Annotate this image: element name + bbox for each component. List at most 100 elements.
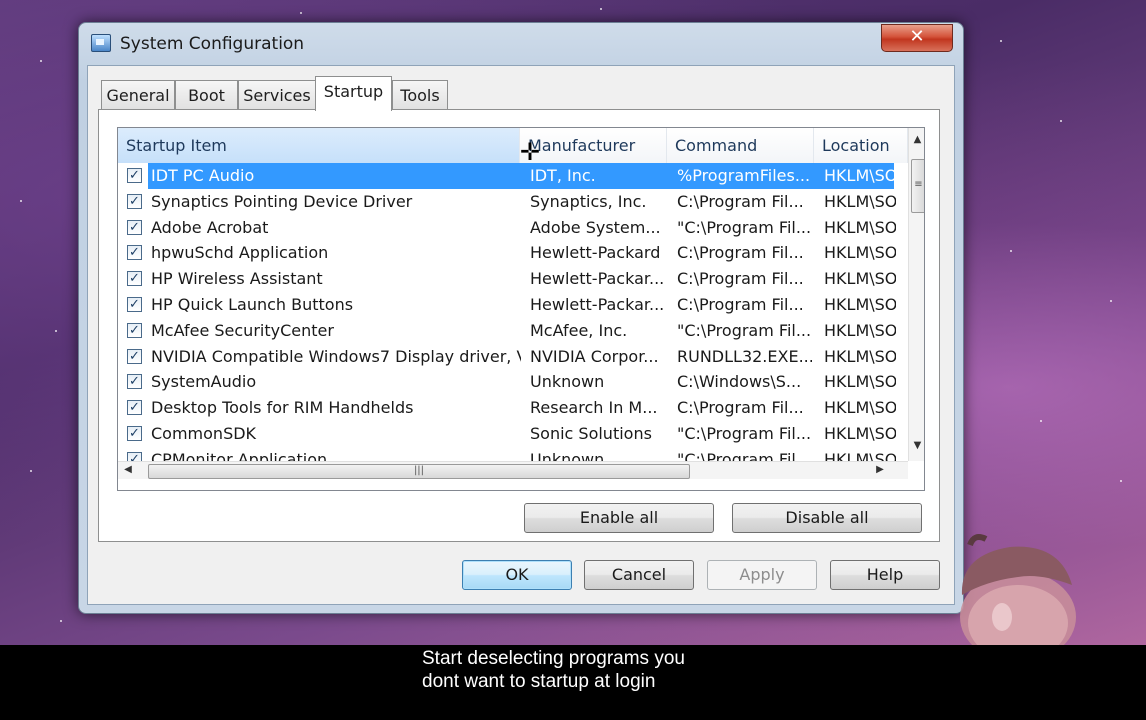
- location-cell: HKLM\SOF: [824, 372, 896, 392]
- scroll-right-arrow-icon[interactable]: ▶: [874, 464, 886, 475]
- checkbox-checked-icon: ✓: [129, 193, 140, 209]
- command-cell: C:\Program Fil...: [677, 295, 804, 314]
- star: [300, 12, 302, 14]
- location-cell: HKLM\SOF: [824, 346, 896, 366]
- table-row[interactable]: ✓ Adobe Acrobat Adobe System... "C:\Program…: [118, 215, 908, 241]
- tab-startup[interactable]: Startup: [315, 76, 392, 111]
- column-header-manufacturer[interactable]: Manufacturer: [520, 128, 667, 163]
- apply-button[interactable]: Apply: [707, 560, 817, 590]
- cancel-button[interactable]: Cancel: [584, 560, 694, 590]
- enable-all-button[interactable]: Enable all: [524, 503, 714, 533]
- startup-item-name: NVIDIA Compatible Windows7 Display drive…: [151, 346, 521, 366]
- window-title: System Configuration: [120, 34, 305, 54]
- row-checkbox[interactable]: ✓: [127, 400, 142, 416]
- manufacturer-cell: McAfee, Inc.: [530, 320, 628, 340]
- star: [1010, 250, 1012, 252]
- location-cell: HKLM\SOF: [824, 398, 896, 418]
- command-cell: C:\Program Fil...: [677, 191, 804, 211]
- video-subtitle: Start deselecting programs you dont want…: [422, 647, 922, 693]
- checkbox-checked-icon: ✓: [129, 219, 140, 235]
- table-row[interactable]: ✓ hpwuSchd Application Hewlett-Packard C:\P…: [118, 240, 908, 266]
- command-cell: "C:\Program Fil...: [677, 320, 812, 340]
- manufacturer-cell: Sonic Solutions: [530, 424, 652, 443]
- row-checkbox[interactable]: ✓: [127, 193, 142, 209]
- command-cell: C:\Program Fil...: [677, 398, 804, 418]
- checkbox-checked-icon: ✓: [129, 374, 140, 390]
- checkbox-checked-icon: ✓: [129, 426, 140, 441]
- row-checkbox[interactable]: ✓: [127, 322, 142, 338]
- ok-button[interactable]: OK: [462, 560, 572, 590]
- column-header-location[interactable]: Location: [814, 128, 908, 163]
- location-cell: HKLM\SOF: [824, 191, 896, 211]
- title-bar[interactable]: System Configuration ✕: [79, 23, 963, 65]
- command-cell: "C:\Program Fil...: [677, 449, 812, 461]
- startup-item-name: HP Quick Launch Buttons: [151, 295, 354, 314]
- star: [55, 330, 57, 332]
- row-checkbox[interactable]: ✓: [127, 426, 142, 441]
- scroll-down-arrow-icon[interactable]: ▼: [909, 440, 924, 451]
- manufacturer-cell: Synaptics, Inc.: [530, 191, 647, 211]
- horizontal-scroll-thumb[interactable]: |||: [148, 464, 690, 479]
- startup-item-name: IDT PC Audio: [151, 166, 255, 185]
- table-row[interactable]: ✓ CommonSDK Sonic Solutions "C:\Program Fil…: [118, 421, 908, 447]
- row-checkbox[interactable]: ✓: [127, 374, 142, 390]
- command-cell: C:\Program Fil...: [677, 243, 804, 263]
- row-checkbox[interactable]: ✓: [127, 245, 142, 261]
- scroll-up-arrow-icon[interactable]: ▲: [909, 134, 924, 145]
- star: [60, 620, 62, 622]
- disable-all-button[interactable]: Disable all: [732, 503, 922, 533]
- startup-items-list[interactable]: Startup Item Manufacturer Command Locati…: [117, 127, 925, 491]
- row-checkbox[interactable]: ✓: [127, 451, 142, 461]
- row-checkbox[interactable]: ✓: [127, 219, 142, 235]
- star: [30, 470, 32, 472]
- table-row[interactable]: ✓ Synaptics Pointing Device Driver Synapti…: [118, 189, 908, 215]
- scroll-left-arrow-icon[interactable]: ◀: [122, 464, 134, 475]
- table-row[interactable]: ✓ CPMonitor Application Unknown "C:\Program…: [118, 447, 908, 461]
- help-button[interactable]: Help: [830, 560, 940, 590]
- star: [40, 60, 42, 62]
- location-cell: HKLM\SOF: [824, 424, 896, 443]
- star: [1120, 480, 1122, 482]
- subtitle-line-2: dont want to startup at login: [422, 671, 656, 692]
- startup-item-name: CommonSDK: [151, 424, 257, 443]
- tab-general[interactable]: General: [101, 80, 175, 109]
- star: [1110, 300, 1112, 302]
- tab-tools[interactable]: Tools: [392, 80, 448, 109]
- row-checkbox[interactable]: ✓: [127, 271, 142, 287]
- command-cell: "C:\Program Fil...: [677, 217, 812, 237]
- row-checkbox[interactable]: ✓: [127, 168, 142, 183]
- tab-services[interactable]: Services: [238, 80, 316, 109]
- table-row[interactable]: ✓ HP Wireless Assistant Hewlett-Packar... C…: [118, 266, 908, 292]
- startup-item-name: McAfee SecurityCenter: [151, 320, 334, 340]
- checkbox-checked-icon: ✓: [129, 297, 140, 312]
- close-icon: ✕: [909, 26, 925, 47]
- row-checkbox[interactable]: ✓: [127, 348, 142, 364]
- location-cell: HKLM\SOF: [824, 243, 896, 263]
- table-row[interactable]: ✓ IDT PC Audio IDT, Inc. %ProgramFiles... HK…: [118, 163, 908, 189]
- row-checkbox[interactable]: ✓: [127, 297, 142, 312]
- checkbox-checked-icon: ✓: [129, 400, 140, 416]
- vertical-scroll-thumb[interactable]: ≡: [911, 159, 924, 213]
- table-row[interactable]: ✓ HP Quick Launch Buttons Hewlett-Packar..…: [118, 292, 908, 318]
- horizontal-scrollbar[interactable]: ◀ ||| ▶: [118, 461, 908, 479]
- star: [1000, 40, 1002, 42]
- list-header: Startup Item Manufacturer Command Locati…: [118, 128, 908, 163]
- system-configuration-window: System Configuration ✕ General Boot Serv…: [78, 22, 964, 614]
- startup-item-name: Adobe Acrobat: [151, 217, 269, 237]
- column-header-command[interactable]: Command: [667, 128, 814, 163]
- startup-item-name: CPMonitor Application: [151, 449, 328, 461]
- table-row[interactable]: ✓ Desktop Tools for RIM Handhelds Research…: [118, 395, 908, 421]
- manufacturer-cell: Adobe System...: [530, 217, 661, 237]
- table-row[interactable]: ✓ NVIDIA Compatible Windows7 Display driv…: [118, 344, 908, 370]
- star: [20, 200, 22, 202]
- close-button[interactable]: ✕: [881, 24, 953, 52]
- startup-item-name: Synaptics Pointing Device Driver: [151, 191, 413, 211]
- table-row[interactable]: ✓ SystemAudio Unknown C:\Windows\S... HKLM\S…: [118, 369, 908, 395]
- move-cursor-icon: ✛: [520, 138, 541, 166]
- column-header-startup-item[interactable]: Startup Item: [118, 128, 520, 163]
- table-row[interactable]: ✓ McAfee SecurityCenter McAfee, Inc. "C:\Pr…: [118, 318, 908, 344]
- tab-boot[interactable]: Boot: [175, 80, 238, 109]
- star: [1040, 420, 1042, 422]
- vertical-scrollbar[interactable]: ▲ ≡ ▼: [908, 128, 924, 461]
- startup-tab-panel: Startup Item Manufacturer Command Locati…: [98, 109, 940, 542]
